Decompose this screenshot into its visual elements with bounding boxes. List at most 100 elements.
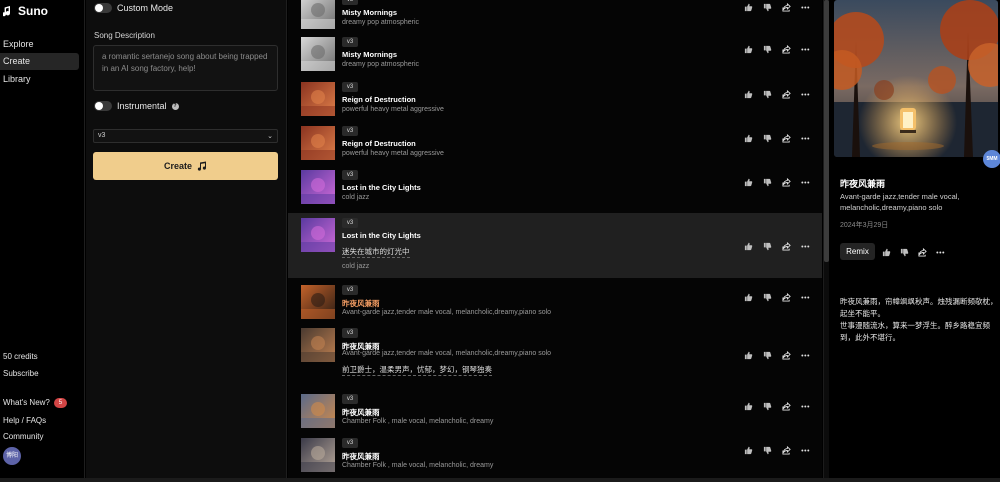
song-row[interactable]: v3 Misty Mornings dreamy pop atmospheric <box>288 32 822 76</box>
song-share-button[interactable] <box>780 133 792 143</box>
song-detail-panel: 5MM 昨夜风兼雨 Avant-garde jazz,tender male v… <box>830 0 1000 482</box>
song-thumbnail[interactable] <box>301 0 335 29</box>
song-thumbs-up-button[interactable] <box>742 292 754 302</box>
song-thumbnail[interactable] <box>301 37 335 71</box>
song-thumbnail[interactable] <box>301 82 335 116</box>
song-thumbs-up-button[interactable] <box>742 177 754 187</box>
song-row[interactable]: v3 Lost in the City Lights 迷失在城市的灯光中 cold j… <box>288 213 822 278</box>
subscribe-link[interactable]: Subscribe <box>3 369 39 378</box>
song-title[interactable]: Misty Mornings <box>342 50 397 59</box>
song-title[interactable]: Lost in the City Lights <box>342 231 421 240</box>
song-thumbnail[interactable] <box>301 218 335 252</box>
song-more-button[interactable] <box>799 292 811 302</box>
nav-explore[interactable]: Explore <box>0 36 79 53</box>
help-icon[interactable]: ? <box>171 102 179 110</box>
song-row[interactable]: v3 昨夜风兼雨 前卫爵士，温柔男声，忧郁，梦幻，钢琴独奏 Avant-garde j… <box>288 323 822 387</box>
song-thumbs-up-button[interactable] <box>742 445 754 455</box>
song-share-button[interactable] <box>780 350 792 360</box>
song-more-button[interactable] <box>799 44 811 54</box>
song-thumbs-up-button[interactable] <box>742 44 754 54</box>
song-share-button[interactable] <box>780 2 792 12</box>
song-share-button[interactable] <box>780 177 792 187</box>
instrumental-toggle[interactable] <box>94 101 112 111</box>
thumbs-down-icon <box>763 351 771 359</box>
song-thumbs-down-button[interactable] <box>761 133 773 143</box>
song-thumbs-down-button[interactable] <box>761 401 773 411</box>
version-select[interactable]: v3 ⌄ <box>93 129 278 143</box>
song-more-button[interactable] <box>799 401 811 411</box>
song-share-button[interactable] <box>780 445 792 455</box>
song-thumbnail[interactable] <box>301 285 335 319</box>
song-thumbs-up-button[interactable] <box>742 2 754 12</box>
song-more-button[interactable] <box>799 241 811 251</box>
detail-style: Avant-garde jazz,tender male vocal, mela… <box>840 192 960 212</box>
song-thumbnail[interactable] <box>301 438 335 472</box>
song-thumbnail[interactable] <box>301 328 335 362</box>
detail-thumbs-down-button[interactable] <box>898 247 910 257</box>
song-share-button[interactable] <box>780 292 792 302</box>
song-more-button[interactable] <box>799 350 811 360</box>
remix-button[interactable]: Remix <box>840 243 875 260</box>
song-share-button[interactable] <box>780 89 792 99</box>
song-thumbs-down-button[interactable] <box>761 177 773 187</box>
song-thumbnail[interactable] <box>301 126 335 160</box>
suno-logo[interactable]: Suno <box>3 4 48 18</box>
nav-create[interactable]: Create <box>0 53 79 70</box>
song-title[interactable]: Reign of Destruction <box>342 95 416 104</box>
song-thumbs-up-button[interactable] <box>742 89 754 99</box>
song-title[interactable]: Misty Mornings <box>342 8 397 17</box>
song-more-button[interactable] <box>799 133 811 143</box>
song-thumbs-down-button[interactable] <box>761 292 773 302</box>
song-title[interactable]: 昨夜风兼雨 <box>342 451 380 462</box>
song-title[interactable]: Reign of Destruction <box>342 139 416 148</box>
custom-mode-toggle[interactable] <box>94 3 112 13</box>
share-icon <box>781 241 791 251</box>
avatar[interactable]: 博阳 <box>3 447 21 465</box>
detail-thumbs-up-button[interactable] <box>880 247 892 257</box>
nav-library[interactable]: Library <box>0 71 79 88</box>
song-thumbs-up-button[interactable] <box>742 241 754 251</box>
song-thumbs-down-button[interactable] <box>761 89 773 99</box>
detail-more-button[interactable] <box>934 247 946 257</box>
song-row[interactable]: v3 昨夜风兼雨 Chamber Folk , male vocal, melanc… <box>288 389 822 433</box>
song-lyric-preview: 迷失在城市的灯光中 <box>342 247 410 258</box>
song-row[interactable]: v3 Reign of Destruction powerful heavy met… <box>288 77 822 121</box>
song-share-button[interactable] <box>780 401 792 411</box>
song-row[interactable]: v3 Misty Mornings dreamy pop atmospheric <box>288 0 822 34</box>
song-thumbs-down-button[interactable] <box>761 44 773 54</box>
community-link[interactable]: Community <box>3 432 43 441</box>
detail-date: 2024年3月29日 <box>840 222 889 229</box>
song-thumbnail[interactable] <box>301 394 335 428</box>
song-more-button[interactable] <box>799 89 811 99</box>
scrollbar-thumb[interactable] <box>824 0 829 262</box>
detail-share-button[interactable] <box>916 247 928 257</box>
song-row[interactable]: v3 Reign of Destruction powerful heavy met… <box>288 121 822 165</box>
song-more-button[interactable] <box>799 445 811 455</box>
song-title[interactable]: Lost in the City Lights <box>342 183 421 192</box>
song-thumbs-down-button[interactable] <box>761 2 773 12</box>
song-title[interactable]: 昨夜风兼雨 <box>342 298 380 309</box>
song-row[interactable]: v3 Lost in the City Lights cold jazz <box>288 165 822 213</box>
song-row[interactable]: v3 昨夜风兼雨 Avant-garde jazz,tender male voca… <box>288 280 822 323</box>
player-bar <box>0 478 1000 482</box>
create-panel: Custom Mode Song Description Instrumenta… <box>86 0 287 482</box>
song-share-button[interactable] <box>780 44 792 54</box>
create-button[interactable]: Create <box>93 152 278 180</box>
help-link[interactable]: Help / FAQs <box>3 416 46 425</box>
autumn-candle-image <box>834 0 998 157</box>
song-thumbs-up-button[interactable] <box>742 350 754 360</box>
song-thumbs-down-button[interactable] <box>761 350 773 360</box>
scrollbar[interactable] <box>823 0 829 482</box>
song-row[interactable]: v3 昨夜风兼雨 Chamber Folk , male vocal, melanc… <box>288 433 822 482</box>
song-thumbs-down-button[interactable] <box>761 241 773 251</box>
song-title[interactable]: 昨夜风兼雨 <box>342 407 380 418</box>
song-share-button[interactable] <box>780 241 792 251</box>
song-thumbnail[interactable] <box>301 170 335 204</box>
whats-new-link[interactable]: What's New? 5 <box>3 398 67 408</box>
song-thumbs-up-button[interactable] <box>742 401 754 411</box>
song-description-input[interactable] <box>93 45 278 91</box>
song-thumbs-down-button[interactable] <box>761 445 773 455</box>
song-more-button[interactable] <box>799 177 811 187</box>
song-thumbs-up-button[interactable] <box>742 133 754 143</box>
song-more-button[interactable] <box>799 2 811 12</box>
